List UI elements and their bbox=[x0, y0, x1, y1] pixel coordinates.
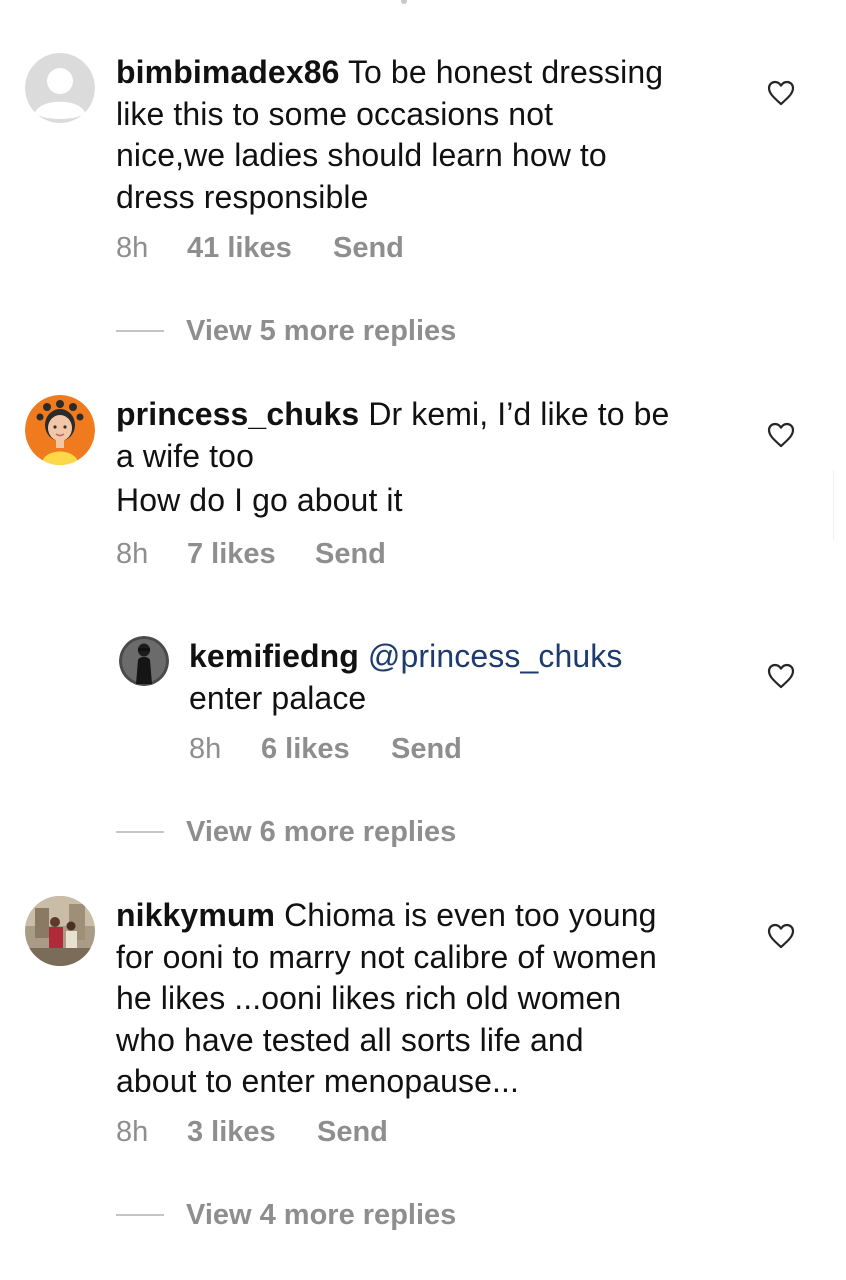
heart-outline-icon[interactable] bbox=[767, 663, 795, 689]
comment-username[interactable]: princess_chuks bbox=[116, 396, 359, 432]
view-more-replies[interactable]: View 6 more replies bbox=[116, 815, 456, 849]
comment-meta: 8h 41 likes Send bbox=[116, 232, 404, 265]
send-button[interactable]: Send bbox=[317, 1116, 388, 1149]
view-more-replies[interactable]: View 5 more replies bbox=[116, 314, 456, 348]
comment-line: who have tested all sorts life and bbox=[116, 1021, 584, 1058]
heart-outline-icon[interactable] bbox=[767, 80, 795, 106]
view-replies-label[interactable]: View 5 more replies bbox=[186, 315, 456, 348]
comment-line: To be honest dressing bbox=[347, 54, 664, 90]
view-replies-label[interactable]: View 6 more replies bbox=[186, 816, 456, 849]
comment-time: 8h bbox=[116, 1116, 149, 1148]
send-button[interactable]: Send bbox=[315, 538, 386, 571]
photo-avatar-icon bbox=[25, 896, 95, 966]
heart-outline-icon[interactable] bbox=[767, 422, 795, 448]
replies-divider bbox=[116, 330, 164, 332]
reply-meta: 8h 6 likes Send bbox=[189, 733, 462, 766]
reply-line: enter palace bbox=[189, 679, 367, 716]
replies-divider bbox=[116, 831, 164, 833]
default-avatar-icon bbox=[25, 53, 95, 123]
comment-line: Chioma is even too young bbox=[284, 897, 657, 933]
comment-time: 8h bbox=[116, 538, 149, 570]
comment-likes[interactable]: 41 likes bbox=[187, 232, 333, 265]
reply-username[interactable]: kemifiedng bbox=[189, 638, 359, 674]
comment-likes[interactable]: 7 likes bbox=[187, 538, 315, 571]
comment-text: bimbimadex86 To be honest dressing like … bbox=[116, 52, 736, 218]
comment-line: like this to some occasions not bbox=[116, 95, 554, 132]
replies-divider bbox=[116, 1214, 164, 1216]
comment-username[interactable]: nikkymum bbox=[116, 897, 275, 933]
reply-time: 8h bbox=[189, 733, 222, 765]
comment-line: for ooni to marry not calibre of women bbox=[116, 938, 657, 975]
comment-line: nice,we ladies should learn how to bbox=[116, 137, 607, 173]
comment-line: he likes ...ooni likes rich old women bbox=[116, 980, 622, 1016]
view-replies-label[interactable]: View 4 more replies bbox=[186, 1199, 456, 1232]
scrollbar-hint bbox=[833, 470, 834, 540]
comment-likes[interactable]: 3 likes bbox=[187, 1116, 317, 1149]
comment-username[interactable]: bimbimadex86 bbox=[116, 54, 340, 90]
comment-meta: 8h 3 likes Send bbox=[116, 1116, 388, 1149]
send-button[interactable]: Send bbox=[333, 232, 404, 265]
avatar-nikkymum[interactable] bbox=[25, 896, 95, 966]
send-button[interactable]: Send bbox=[391, 733, 462, 766]
reply-likes[interactable]: 6 likes bbox=[261, 733, 391, 766]
comment-line: a wife too bbox=[116, 437, 254, 474]
avatar-bimbimadex86[interactable] bbox=[25, 53, 95, 123]
heart-outline-icon[interactable] bbox=[767, 923, 795, 949]
avatar-kemifiedng[interactable] bbox=[119, 636, 169, 686]
reply-mention[interactable]: @princess_chuks bbox=[368, 638, 623, 674]
comment-meta: 8h 7 likes Send bbox=[116, 538, 386, 571]
view-more-replies[interactable]: View 4 more replies bbox=[116, 1198, 456, 1232]
comment-text: nikkymum Chioma is even too young for oo… bbox=[116, 895, 736, 1103]
comment-time: 8h bbox=[116, 232, 149, 264]
comment-line: dress responsible bbox=[116, 178, 369, 215]
top-scroll-indicator bbox=[401, 0, 407, 4]
comment-line: How do I go about it bbox=[116, 482, 403, 518]
comment-line: Dr kemi, I’d like to be bbox=[368, 396, 670, 432]
comment-line: about to enter menopause... bbox=[116, 1063, 519, 1099]
reply-text: kemifiedng @princess_chuks enter palace bbox=[189, 636, 749, 719]
person-silhouette-avatar-icon bbox=[119, 636, 169, 686]
cartoon-girl-avatar-icon bbox=[25, 395, 95, 465]
comment-text: princess_chuks Dr kemi, I’d like to be a… bbox=[116, 394, 736, 519]
avatar-princess-chuks[interactable] bbox=[25, 395, 95, 465]
